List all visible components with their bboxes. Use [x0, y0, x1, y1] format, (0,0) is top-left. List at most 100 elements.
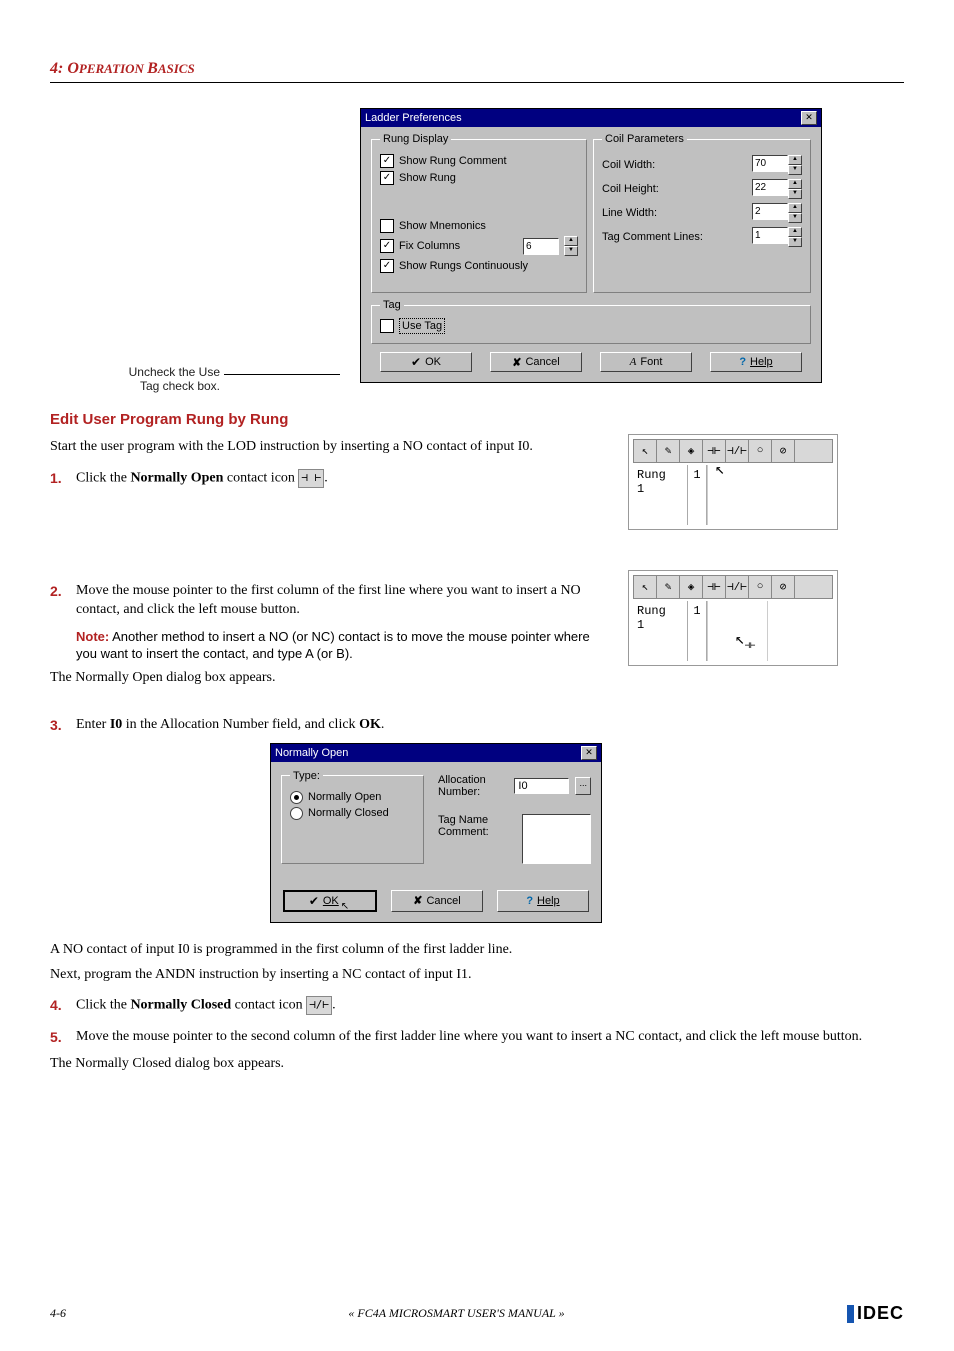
- nc-contact-icon: ⊣/⊢: [306, 996, 332, 1015]
- coil-parameters-legend: Coil Parameters: [602, 133, 687, 145]
- coil-parameters-group: Coil Parameters Coil Width:70▲▼ Coil Hei…: [593, 133, 811, 293]
- tool-coil-icon[interactable]: ○: [749, 440, 772, 462]
- rung-number-1: 1: [688, 465, 707, 525]
- after-dialog-text-2: Next, program the ANDN instruction by in…: [50, 966, 904, 985]
- font-button[interactable]: AFont: [600, 352, 692, 372]
- page-number: 4-6: [50, 1306, 66, 1321]
- font-icon: A: [630, 356, 637, 368]
- step-5-text: Move the mouse pointer to the second col…: [76, 1028, 904, 1047]
- rung-display-legend: Rung Display: [380, 133, 451, 145]
- checkbox-fix-columns[interactable]: ✓: [380, 239, 394, 253]
- step-number-4: 4.: [50, 996, 68, 1016]
- close-icon[interactable]: ✕: [581, 746, 597, 760]
- step-4-text: Click the Normally Closed contact icon ⊣…: [76, 996, 904, 1016]
- checkbox-use-tag[interactable]: [380, 319, 394, 333]
- tool-pencil-icon[interactable]: ✎: [657, 440, 680, 462]
- callout-use-tag: Uncheck the Use Tag check box.: [50, 365, 220, 393]
- tool-nc-contact-icon[interactable]: ⊣/⊢: [726, 440, 749, 462]
- coil-width-spinner[interactable]: ▲▼: [788, 155, 802, 175]
- tool-nc-contact-icon[interactable]: ⊣/⊢: [726, 576, 749, 598]
- label-use-tag: Use Tag: [399, 318, 445, 334]
- help-button[interactable]: ?Help: [710, 352, 802, 372]
- cancel-button[interactable]: ✘Cancel: [490, 352, 582, 372]
- page-footer: 4-6 « FC4A MICROSMART USER'S MANUAL » ID…: [50, 1303, 904, 1324]
- section-heading: Edit User Program Rung by Rung: [50, 411, 904, 428]
- help-icon: ?: [739, 356, 746, 368]
- coil-height-spinner[interactable]: ▲▼: [788, 179, 802, 199]
- tool-pointer-icon[interactable]: ↖: [634, 576, 657, 598]
- checkbox-show-rungs-continuously[interactable]: ✓: [380, 259, 394, 273]
- tool-coil-icon[interactable]: ○: [749, 576, 772, 598]
- tag-comment-lines-spinner[interactable]: ▲▼: [788, 227, 802, 247]
- ok-button[interactable]: ✔OK: [380, 352, 472, 372]
- coil-width-value[interactable]: 70: [752, 155, 788, 172]
- coil-height-value[interactable]: 22: [752, 179, 788, 196]
- brand-logo: IDEC: [847, 1303, 904, 1324]
- check-icon: ✔: [411, 355, 421, 369]
- no-dialog-titlebar: Normally Open ✕: [271, 744, 601, 762]
- after-step5-text: The Normally Closed dialog box appears.: [50, 1055, 904, 1074]
- ellipsis-button[interactable]: ...: [575, 777, 591, 795]
- cursor-on-ok-icon: ↖: [341, 901, 349, 912]
- fix-columns-value[interactable]: 6: [523, 238, 559, 255]
- no-ok-button[interactable]: ✔OK↖: [283, 890, 377, 912]
- close-icon[interactable]: ✕: [801, 111, 817, 125]
- normally-open-dialog: Normally Open ✕ Type: Normally Open Norm…: [270, 743, 602, 923]
- step-3-text: Enter I0 in the Allocation Number field,…: [76, 716, 904, 735]
- label-coil-width: Coil Width:: [602, 159, 655, 171]
- fix-columns-spinner[interactable]: ▲▼: [564, 236, 578, 256]
- intro-text: Start the user program with the LOD inst…: [50, 438, 610, 457]
- label-tag-comment-lines: Tag Comment Lines:: [602, 231, 703, 243]
- toolbar-small-2: ↖ ✎ ◈ ⊣⊢ ⊣/⊢ ○ ⊘: [633, 575, 833, 599]
- line-width-spinner[interactable]: ▲▼: [788, 203, 802, 223]
- no-dialog-title: Normally Open: [275, 747, 348, 759]
- tool-pointer-icon[interactable]: ↖: [634, 440, 657, 462]
- tag-comment-lines-value[interactable]: 1: [752, 227, 788, 244]
- rung-label-2: Rung 1: [633, 601, 688, 661]
- after-dialog-text-1: A NO contact of input I0 is programmed i…: [50, 941, 904, 960]
- cursor-with-contact-icon: ↖⊣⊢: [735, 629, 755, 651]
- checkbox-show-mnemonics[interactable]: [380, 219, 394, 233]
- label-show-rungs-continuously: Show Rungs Continuously: [399, 260, 528, 272]
- tag-group: Tag Use Tag: [371, 299, 811, 344]
- line-width-value[interactable]: 2: [752, 203, 788, 220]
- tag-legend: Tag: [380, 299, 404, 311]
- checkbox-show-rung[interactable]: ✓: [380, 171, 394, 185]
- tool-diamond-icon[interactable]: ◈: [680, 440, 703, 462]
- label-line-width: Line Width:: [602, 207, 657, 219]
- allocation-number-input[interactable]: I0: [514, 778, 569, 794]
- rung-display-group: Rung Display ✓ Show Rung Comment ✓ Show Ru…: [371, 133, 587, 293]
- step-2-text: Move the mouse pointer to the first colu…: [76, 582, 610, 620]
- note-block: Note: Another method to insert a NO (or …: [76, 628, 610, 663]
- type-group: Type: Normally Open Normally Closed: [281, 770, 424, 864]
- callout-leader-line: [224, 374, 340, 375]
- tool-coil-off-icon[interactable]: ⊘: [772, 576, 795, 598]
- label-tag-name-comment: Tag Name Comment:: [438, 814, 516, 838]
- type-legend: Type:: [290, 770, 323, 782]
- toolbar-small-1: ↖ ✎ ◈ ⊣⊢ ⊣/⊢ ○ ⊘: [633, 439, 833, 463]
- step-1-text: Click the Normally Open contact icon ⊣ ⊢…: [76, 469, 610, 489]
- no-contact-icon: ⊣ ⊢: [298, 469, 324, 488]
- radio-normally-open[interactable]: [290, 791, 303, 804]
- tool-coil-off-icon[interactable]: ⊘: [772, 440, 795, 462]
- rung-label-1: Rung 1: [633, 465, 688, 525]
- tool-no-contact-icon[interactable]: ⊣⊢: [703, 576, 726, 598]
- tool-pencil-icon[interactable]: ✎: [657, 576, 680, 598]
- step-number-3: 3.: [50, 716, 68, 735]
- radio-normally-closed[interactable]: [290, 807, 303, 820]
- step-number-5: 5.: [50, 1028, 68, 1047]
- label-show-rung-comment: Show Rung Comment: [399, 155, 507, 167]
- tool-diamond-icon[interactable]: ◈: [680, 576, 703, 598]
- dialog-title: Ladder Preferences: [365, 112, 462, 124]
- label-show-rung: Show Rung: [399, 172, 456, 184]
- label-allocation-number: Allocation Number:: [438, 774, 508, 798]
- no-cancel-button[interactable]: ✘Cancel: [391, 890, 483, 912]
- checkbox-show-rung-comment[interactable]: ✓: [380, 154, 394, 168]
- tag-name-comment-input[interactable]: [522, 814, 591, 864]
- check-icon: ✔: [309, 894, 319, 908]
- no-help-button[interactable]: ?Help: [497, 890, 589, 912]
- x-icon: ✘: [512, 356, 521, 369]
- chapter-header: 4: OPERATION BASICS: [50, 60, 904, 78]
- label-coil-height: Coil Height:: [602, 183, 659, 195]
- after-step2-text: The Normally Open dialog box appears.: [50, 669, 610, 688]
